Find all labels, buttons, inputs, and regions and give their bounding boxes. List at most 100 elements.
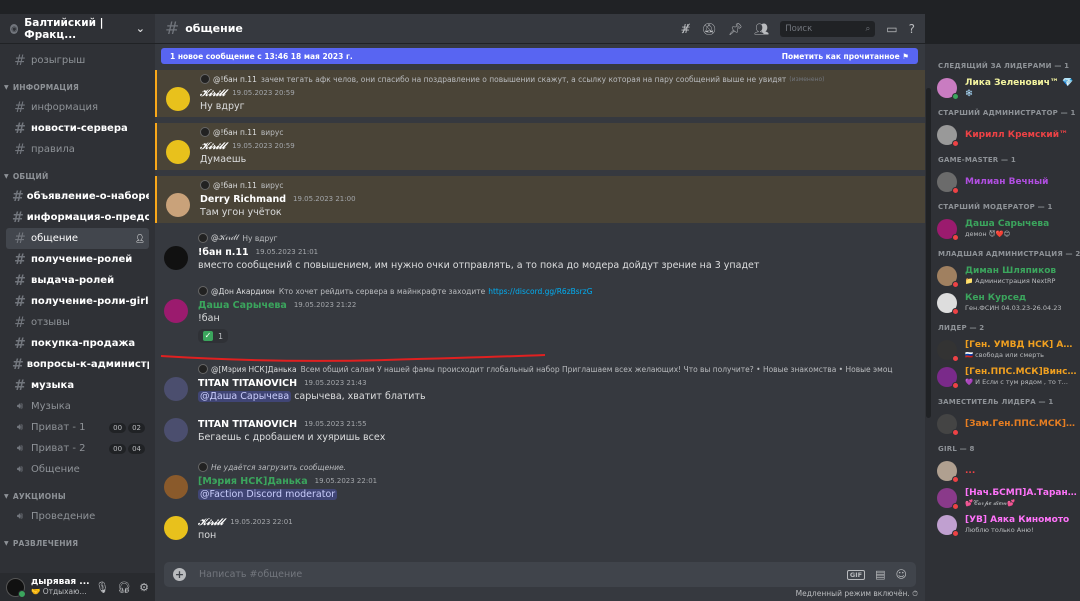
user-mention[interactable]: @Faction Discord moderator [198, 489, 338, 500]
channel-item[interactable]: 🔊︎ Приват - 1 00 02 [6, 417, 149, 438]
member-item[interactable]: Милиан Вечный [925, 168, 1080, 195]
user-avatar[interactable] [166, 87, 190, 111]
author-name[interactable]: 𝒦𝒾𝓇𝒾𝓁𝓁 [200, 141, 225, 152]
channel-item[interactable]: # новости-сервера [6, 118, 149, 139]
author-name[interactable]: TITAN TITANOVICH [198, 419, 297, 430]
user-avatar[interactable] [164, 299, 188, 323]
category-header[interactable]: ▼ АУКЦИОНЫ [0, 486, 155, 506]
microphone-icon[interactable]: 🎙︎ [95, 581, 109, 594]
gif-button[interactable]: GIF [846, 569, 866, 580]
threads-icon[interactable]: #̸ [681, 22, 691, 36]
member-item[interactable]: Диман Шляпиков 📁 Администрация NextRP [925, 262, 1080, 289]
reply-preview[interactable]: @!бан п.11 зачем тегать афк челов, они сп… [200, 72, 925, 86]
user-avatar[interactable] [164, 246, 188, 270]
member-item[interactable]: [Нач.БСМП]А.Таранова 💕𝒞𝒶𝓇𝓅𝑒 𝒹𝒾𝑒𝓂💕 [925, 484, 1080, 511]
gear-icon[interactable]: ⚙ [139, 581, 149, 594]
member-item[interactable]: [Ген.ППС.МСК]Винс ... 💜 И Если с тум рядо… [925, 363, 1080, 390]
channel-item[interactable]: #объявление-о-наборе... [6, 186, 149, 207]
channel-label: отзывы [31, 317, 70, 328]
sticker-icon[interactable]: ▤ [875, 568, 885, 581]
channel-item[interactable]: # музыка [6, 375, 149, 396]
mark-as-read-button[interactable]: Пометить как прочитанное ⚑ [782, 52, 909, 61]
channel-item[interactable]: 🔊︎ Музыка [6, 396, 149, 417]
reply-preview[interactable]: Не удаётся загрузить сообщение. [198, 460, 925, 474]
category-header[interactable]: ▼ ИНФОРМАЦИЯ [0, 77, 155, 97]
channel-title: общение [185, 22, 243, 35]
server-header[interactable]: ◉ Балтийский | Фракц... ⌄ [0, 14, 155, 44]
channel-item[interactable]: # правила [6, 139, 149, 160]
member-list-scrollbar[interactable] [926, 88, 931, 418]
channel-item[interactable]: 🔊︎ Проведение [6, 506, 149, 527]
emoji-icon[interactable]: ☺ [896, 568, 907, 581]
status-indicator [952, 233, 959, 241]
author-name[interactable]: Derry Richmand [200, 194, 286, 205]
message: @!бан п.11 зачем тегать афк челов, они сп… [155, 70, 925, 117]
reaction-checkmark[interactable]: ✓ 1 [198, 329, 229, 343]
member-item[interactable]: [Ген. УМВД НСК] Аль-...🇷🇺 свобода или см… [925, 336, 1080, 363]
channel-item[interactable]: # выдача-ролей [6, 270, 149, 291]
headphones-icon[interactable]: 🎧︎ [117, 581, 131, 594]
channel-item[interactable]: # отзывы [6, 312, 149, 333]
member-item[interactable]: Кирилл Кремский™ [925, 121, 1080, 148]
channel-item[interactable]: 🔊︎ Приват - 2 00 04 [6, 438, 149, 459]
reply-preview[interactable]: @!бан п.11 вирус [200, 125, 925, 139]
member-item[interactable]: Кен Курсед Ген.ФСИН 04.03.23-26.04.23 [925, 289, 1080, 316]
channel-item[interactable]: # покупка-продажа [6, 333, 149, 354]
reply-author[interactable]: @!бан п.11 [213, 75, 257, 84]
reply-author[interactable]: @[Мэрия НСК]Данька [211, 365, 297, 374]
reply-preview[interactable]: @Дон Акардион Кто хочет рейдить сервера в… [198, 284, 925, 298]
author-name[interactable]: 𝒦𝒾𝓇𝒾𝓁𝓁 [200, 88, 225, 99]
reply-preview[interactable]: @𝒦𝒾𝓇𝒾𝓁𝓁 Ну вдруг [198, 231, 925, 245]
author-name[interactable]: !бан п.11 [198, 247, 249, 258]
user-avatar[interactable] [164, 516, 188, 540]
author-name[interactable]: Даша Сарычева [198, 300, 287, 311]
help-icon[interactable]: ? [909, 22, 915, 36]
channel-item[interactable]: # информация-о-предс... [6, 207, 149, 228]
reply-link[interactable]: https://discord.gg/R6zBsrzG [488, 287, 592, 296]
message-input[interactable] [199, 569, 847, 580]
category-header[interactable]: ▼ РАЗВЛЕЧЕНИЯ [0, 533, 155, 553]
inbox-icon[interactable]: ▭ [886, 22, 897, 36]
user-avatar[interactable] [164, 475, 188, 499]
member-item[interactable]: Даша Сарычева демон 😈❤️😊 [925, 215, 1080, 242]
author-name[interactable]: TITAN TITANOVICH [198, 378, 297, 389]
channel-item[interactable]: #вопросы-к-администр... [6, 354, 149, 375]
member-item[interactable]: [Зам.Ген.ППС.МСК] Д... [925, 410, 1080, 437]
channel-item[interactable]: # розыгрыш [6, 50, 149, 71]
user-avatar[interactable] [6, 577, 26, 598]
channel-item[interactable]: # получение-ролей [6, 249, 149, 270]
category-header[interactable]: ▼ ОБЩИЙ [0, 166, 155, 186]
channel-item[interactable]: # информация [6, 97, 149, 118]
search-input[interactable]: Поиск ⌕ [780, 20, 876, 37]
add-attachment-button[interactable]: + [173, 568, 186, 581]
user-mention[interactable]: @Даша Сарычева [198, 391, 292, 402]
member-item[interactable]: Лика Зеленович™ 💎 ❄️ [925, 74, 1080, 101]
member-list-icon[interactable]: 👥︎ [754, 22, 769, 36]
reply-preview[interactable]: @!бан п.11 вирус [200, 178, 925, 192]
hash-icon: # [14, 293, 26, 310]
user-avatar[interactable] [166, 193, 190, 217]
mute-bell-icon[interactable]: 🔕︎ [702, 22, 717, 36]
channel-list: # розыгрыш ▼ ИНФОРМАЦИЯ # информация # новости-… [0, 44, 155, 553]
reply-author[interactable]: @!бан п.11 [213, 181, 257, 190]
red-underline-annotation [160, 354, 546, 362]
category-label: АУКЦИОНЫ [12, 491, 66, 501]
member-name: Кен Курсед [965, 292, 1027, 303]
channel-item[interactable]: # получение-роли-girl [6, 291, 149, 312]
member-item[interactable]: ... [925, 457, 1080, 484]
user-avatar[interactable] [164, 377, 188, 401]
author-name[interactable]: 𝒦𝒾𝓇𝒾𝓁𝓁 [198, 517, 223, 528]
chevron-down-icon[interactable]: ⌄ [136, 22, 145, 35]
channel-item[interactable]: 🔊︎ Общение [6, 459, 149, 480]
reply-author[interactable]: @!бан п.11 [213, 128, 257, 137]
member-item[interactable]: [УВ] Аяка Киномото Люблю только Аню! [925, 511, 1080, 538]
user-avatar[interactable] [164, 418, 188, 442]
reply-author[interactable]: @𝒦𝒾𝓇𝒾𝓁𝓁 [211, 233, 238, 243]
reply-author[interactable]: @Дон Акардион [211, 287, 275, 296]
pin-icon[interactable]: 📌︎ [728, 22, 743, 36]
invite-icon[interactable]: 👤︎ [135, 234, 145, 243]
new-messages-bar[interactable]: 1 новое сообщение с 13:46 18 мая 2023 г.… [161, 48, 918, 64]
author-name[interactable]: [Мэрия НСК]Данька [198, 476, 308, 487]
channel-item[interactable]: # общение 👤︎ [6, 228, 149, 249]
user-avatar[interactable] [166, 140, 190, 164]
